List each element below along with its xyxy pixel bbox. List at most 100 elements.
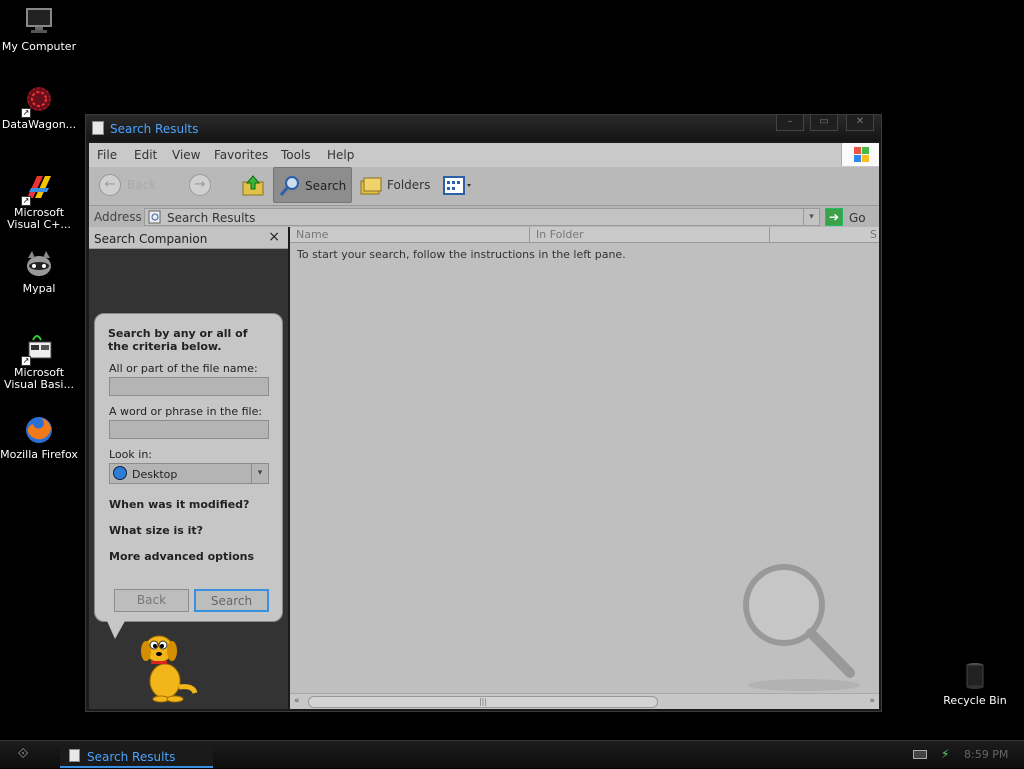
search-dog-icon[interactable]	[137, 629, 201, 703]
desktop-icon-visual-basic[interactable]: ↗ Microsoft Visual Basi...	[0, 332, 78, 391]
visual-cpp-icon: ↗	[21, 172, 55, 206]
forward-arrow-icon: →	[189, 174, 211, 196]
desktop-icon-visual-cpp[interactable]: ↗ Microsoft Visual C+...	[0, 172, 78, 231]
views-icon	[443, 176, 471, 195]
results-message: To start your search, follow the instruc…	[297, 248, 626, 261]
visual-basic-icon: ↗	[21, 332, 55, 366]
phrase-label: A word or phrase in the file:	[109, 405, 263, 418]
scroll-right-icon[interactable]: »	[869, 696, 875, 706]
network-icon[interactable]: ⚡	[941, 747, 955, 761]
forward-button[interactable]: →	[187, 167, 217, 203]
up-folder-icon	[242, 175, 264, 196]
datawagon-icon: ↗	[21, 84, 55, 118]
option-size[interactable]: What size is it?	[109, 524, 203, 537]
desktop-icon-datawagon[interactable]: ↗ DataWagon...	[0, 84, 78, 131]
back-label: Back	[127, 178, 157, 192]
back-companion-button[interactable]: Back	[114, 589, 189, 612]
taskbar-button-label: Search Results	[87, 750, 176, 764]
address-dropdown-button[interactable]: ▾	[803, 209, 819, 225]
title-bar[interactable]: Search Results – ▭ ✕	[86, 115, 881, 141]
desktop-icon-label: Mypal	[22, 282, 56, 295]
search-intro-text: Search by any or all of the criteria bel…	[108, 327, 248, 353]
start-button[interactable]: ⟐	[0, 741, 46, 769]
views-button[interactable]	[441, 167, 475, 203]
go-button[interactable]: Go	[849, 211, 866, 225]
clock[interactable]: 8:59 PM	[964, 748, 1008, 761]
close-button[interactable]: ✕	[846, 115, 874, 131]
address-bar: Address Search Results ▾ ➔ Go	[89, 205, 879, 227]
menu-view[interactable]: View	[172, 148, 200, 162]
address-input[interactable]: Search Results ▾	[144, 208, 820, 226]
shortcut-arrow-icon: ↗	[21, 356, 31, 366]
menu-bar: File Edit View Favorites Tools Help	[89, 143, 879, 167]
phrase-input[interactable]	[109, 420, 269, 439]
taskbar: ⟐ Search Results ⚡ 8:59 PM	[0, 740, 1024, 768]
look-in-label: Look in:	[109, 448, 152, 461]
search-label: Search	[305, 179, 347, 193]
desktop-icon-label: Microsoft Visual Basi...	[4, 366, 74, 391]
horizontal-scrollbar[interactable]: « ||| »	[290, 693, 879, 709]
menu-favorites[interactable]: Favorites	[214, 148, 268, 162]
maximize-button[interactable]: ▭	[810, 115, 838, 131]
search-toolbar-button[interactable]: Search	[273, 167, 352, 203]
scroll-left-icon[interactable]: «	[294, 696, 300, 706]
column-header-in-folder[interactable]: In Folder	[530, 227, 770, 243]
search-criteria-panel: Search by any or all of the criteria bel…	[94, 313, 283, 622]
column-header-size[interactable]: S	[770, 227, 879, 243]
search-results-window: Search Results – ▭ ✕ File Edit View Favo…	[85, 114, 882, 712]
search-results-task-icon	[69, 749, 80, 762]
menu-tools[interactable]: Tools	[281, 148, 311, 162]
recycle-bin-icon	[959, 660, 991, 692]
menu-file[interactable]: File	[97, 148, 117, 162]
folders-icon	[360, 177, 382, 195]
folders-button[interactable]: Folders	[357, 167, 437, 203]
up-folder-button[interactable]	[239, 167, 267, 203]
desktop-icon-my-computer[interactable]: My Computer	[0, 6, 78, 53]
shortcut-arrow-icon: ↗	[21, 196, 31, 206]
shortcut-arrow-icon: ↗	[21, 108, 31, 118]
magnifier-watermark-icon	[743, 564, 860, 691]
desktop-icon-recycle-bin[interactable]: Recycle Bin	[936, 660, 1014, 707]
taskbar-button-search-results[interactable]: Search Results	[60, 744, 213, 768]
look-in-value: Desktop	[132, 468, 178, 481]
back-button[interactable]: ← Back	[97, 167, 177, 203]
look-in-select[interactable]: Desktop ▾	[109, 463, 269, 484]
results-pane: Name In Folder S To start your search, f…	[290, 227, 879, 709]
window-title: Search Results	[110, 122, 199, 136]
option-advanced[interactable]: More advanced options	[109, 550, 254, 563]
desktop-icon-mypal[interactable]: Mypal	[0, 248, 78, 295]
desktop-icon	[113, 466, 127, 480]
search-results-window-icon	[92, 121, 104, 135]
option-modified[interactable]: When was it modified?	[109, 498, 249, 511]
keyboard-icon[interactable]	[913, 750, 927, 759]
search-companion-pane: Search Companion × Search by any or all …	[89, 227, 288, 709]
desktop-icon-firefox[interactable]: Mozilla Firefox	[0, 414, 78, 461]
search-companion-header: Search Companion ×	[89, 227, 288, 249]
go-arrow-icon[interactable]: ➔	[825, 208, 843, 226]
desktop-icon-label: Microsoft Visual C+...	[7, 206, 71, 231]
desktop-icon-label: Mozilla Firefox	[0, 448, 78, 461]
scrollbar-thumb[interactable]: |||	[308, 696, 658, 708]
speech-bubble-tail	[107, 621, 125, 639]
desktop-icon-label: DataWagon...	[1, 118, 77, 131]
raccoon-icon	[23, 248, 55, 280]
desktop-icon-label: My Computer	[1, 40, 77, 53]
column-header-name[interactable]: Name	[290, 227, 530, 243]
filename-label: All or part of the file name:	[109, 362, 258, 375]
search-button[interactable]: Search	[194, 589, 269, 612]
column-headers: Name In Folder S	[290, 227, 879, 243]
monitor-icon	[23, 6, 55, 38]
menu-edit[interactable]: Edit	[134, 148, 157, 162]
menu-help[interactable]: Help	[327, 148, 354, 162]
back-arrow-icon: ←	[99, 174, 121, 196]
magnifier-icon	[279, 176, 299, 196]
close-pane-icon[interactable]: ×	[268, 229, 280, 245]
minimize-button[interactable]: –	[776, 115, 804, 131]
desktop-icon-label: Recycle Bin	[943, 694, 1007, 707]
windows-logo-icon	[841, 143, 879, 166]
folders-label: Folders	[387, 178, 431, 192]
address-value: Search Results	[167, 211, 256, 225]
chevron-down-icon[interactable]: ▾	[251, 464, 268, 483]
filename-input[interactable]	[109, 377, 269, 396]
search-companion-title: Search Companion	[94, 232, 208, 246]
